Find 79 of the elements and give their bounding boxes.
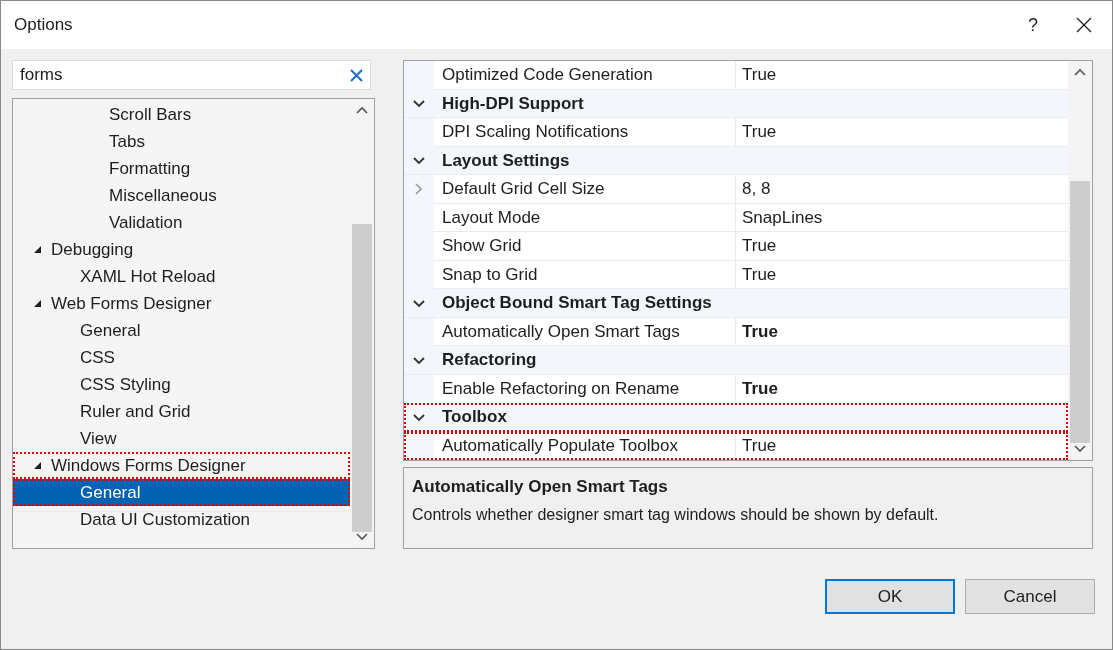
property-value-cell[interactable]: True <box>736 374 1068 403</box>
tree-item[interactable]: General <box>13 317 350 344</box>
property-value-cell[interactable]: True <box>736 232 1068 261</box>
property-row[interactable]: Automatically Populate Toolbox True <box>404 431 1068 460</box>
tree-item[interactable]: Ruler and Grid <box>13 398 350 425</box>
category-label: High-DPI Support <box>441 92 584 115</box>
property-value-cell[interactable]: True <box>736 61 1068 90</box>
property-value-cell[interactable]: 8, 8 <box>736 175 1068 204</box>
help-button[interactable]: ? <box>1010 5 1056 45</box>
description-text: Controls whether designer smart tag windows should be shown by default. <box>412 504 940 525</box>
property-name-cell[interactable]: Show Grid <box>434 232 736 261</box>
property-name-cell[interactable]: Automatically Open Smart Tags <box>434 317 736 346</box>
property-name-cell[interactable]: Enable Refactoring on Rename <box>434 374 736 403</box>
tree-item[interactable]: Tabs <box>13 128 350 155</box>
tree-item-label: Ruler and Grid <box>80 400 191 423</box>
chevron-down-icon[interactable] <box>413 154 425 167</box>
expanded-triangle-icon[interactable] <box>32 461 42 470</box>
dialog-button[interactable]: Cancel <box>965 579 1095 614</box>
dialog-button[interactable]: OK <box>825 579 955 614</box>
tree-item[interactable]: Formatting <box>13 155 350 182</box>
tree-item-label: CSS <box>80 346 115 369</box>
tree-item[interactable]: CSS <box>13 344 350 371</box>
property-name-cell[interactable]: Optimized Code Generation <box>434 61 736 90</box>
scroll-down-icon[interactable] <box>1074 445 1086 453</box>
tree-item-label: Miscellaneous <box>109 184 217 207</box>
window-title: Options <box>14 14 74 37</box>
expanded-triangle-icon[interactable] <box>32 299 42 308</box>
close-icon <box>1076 17 1092 33</box>
tree-item[interactable]: Debugging <box>13 236 350 263</box>
property-value-cell[interactable]: True <box>736 118 1068 147</box>
scroll-up-icon[interactable] <box>1074 68 1086 76</box>
tree-item-label: Windows Forms Designer <box>51 454 246 477</box>
chevron-right-icon[interactable] <box>414 183 424 196</box>
tree-item-label: Validation <box>109 211 183 234</box>
scroll-up-icon[interactable] <box>356 106 368 114</box>
property-value-cell[interactable]: SnapLines <box>736 203 1068 232</box>
property-value-cell[interactable]: True <box>736 260 1068 289</box>
description-title: Automatically Open Smart Tags <box>412 476 669 498</box>
tree-item[interactable]: General <box>13 479 350 506</box>
clear-icon[interactable] <box>350 69 363 82</box>
tree-item-label: General <box>80 481 141 504</box>
tree-item[interactable]: XAML Hot Reload <box>13 263 350 290</box>
category-row[interactable]: Refactoring <box>404 346 1068 375</box>
expanded-triangle-icon[interactable] <box>32 245 42 254</box>
tree-item-label: Scroll Bars <box>109 103 192 126</box>
property-value-cell[interactable]: True <box>736 431 1068 460</box>
category-row[interactable]: Toolbox <box>404 403 1068 432</box>
tree-item[interactable]: Data UI Customization <box>13 506 350 533</box>
scroll-down-icon[interactable] <box>356 533 368 541</box>
scrollbar-thumb[interactable] <box>352 224 372 532</box>
search-field[interactable]: forms <box>12 60 371 90</box>
tree-item[interactable]: Web Forms Designer <box>13 290 350 317</box>
tree-item-label: General <box>80 319 141 342</box>
category-label: Refactoring <box>441 349 537 371</box>
property-name-cell[interactable]: Default Grid Cell Size <box>434 175 736 204</box>
tree-item[interactable]: View <box>13 425 350 452</box>
category-label: Layout Settings <box>441 149 570 172</box>
tree-item-label: CSS Styling <box>80 373 171 396</box>
tree-item-label: Web Forms Designer <box>51 292 212 315</box>
property-name-cell[interactable]: Layout Mode <box>434 203 736 232</box>
tree-item[interactable]: CSS Styling <box>13 371 350 398</box>
category-label: Toolbox <box>441 406 507 428</box>
tree-item-label: Formatting <box>109 157 191 180</box>
property-name-cell[interactable]: Automatically Populate Toolbox <box>434 431 736 460</box>
tree-item-label: View <box>80 427 117 450</box>
tree-item-label: Data UI Customization <box>80 508 251 531</box>
property-name-cell[interactable]: Snap to Grid <box>434 260 736 289</box>
tree-item[interactable]: Scroll Bars <box>13 101 350 128</box>
tree-item[interactable]: Miscellaneous <box>13 182 350 209</box>
category-label: Object Bound Smart Tag Settings <box>441 292 712 314</box>
chevron-down-icon[interactable] <box>413 97 425 110</box>
tree-item-label: Tabs <box>109 130 145 153</box>
scrollbar-thumb[interactable] <box>1070 181 1090 443</box>
tree-item[interactable]: Validation <box>13 209 350 236</box>
category-row[interactable]: Object Bound Smart Tag Settings <box>404 289 1068 318</box>
tree-item-label: Debugging <box>51 238 134 261</box>
tree-item-label: XAML Hot Reload <box>80 265 216 288</box>
property-value-cell[interactable]: True <box>736 317 1068 346</box>
property-name-cell[interactable]: DPI Scaling Notifications <box>434 118 736 147</box>
